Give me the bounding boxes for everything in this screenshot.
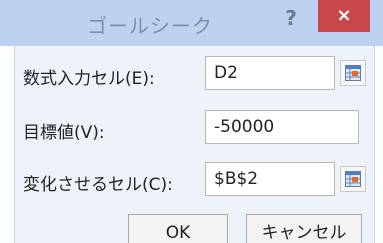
formula-cell-range-button[interactable] (340, 60, 366, 86)
title-bar[interactable]: ゴールシーク ? × (0, 0, 383, 46)
changing-cell-range-button[interactable] (340, 166, 366, 192)
goal-seek-dialog: ゴールシーク ? × 数式入力セル(E): D2 目標値(V): -50000 … (0, 0, 383, 243)
close-icon: × (336, 5, 352, 26)
ok-button[interactable]: OK (128, 214, 228, 243)
target-value-label: 目標値(V): (23, 123, 105, 143)
target-value-input[interactable]: -50000 (205, 110, 359, 144)
range-select-icon (345, 171, 361, 187)
help-button[interactable]: ? (280, 6, 302, 32)
close-button[interactable]: × (318, 0, 370, 32)
changing-cell-input[interactable]: $B$2 (205, 162, 335, 196)
changing-cell-label: 変化させるセル(C): (23, 175, 173, 195)
range-select-icon (345, 65, 361, 81)
formula-cell-input[interactable]: D2 (205, 56, 335, 90)
dialog-title: ゴールシーク (87, 14, 213, 38)
cancel-button[interactable]: キャンセル (246, 214, 362, 243)
formula-cell-label: 数式入力セル(E): (23, 69, 155, 89)
